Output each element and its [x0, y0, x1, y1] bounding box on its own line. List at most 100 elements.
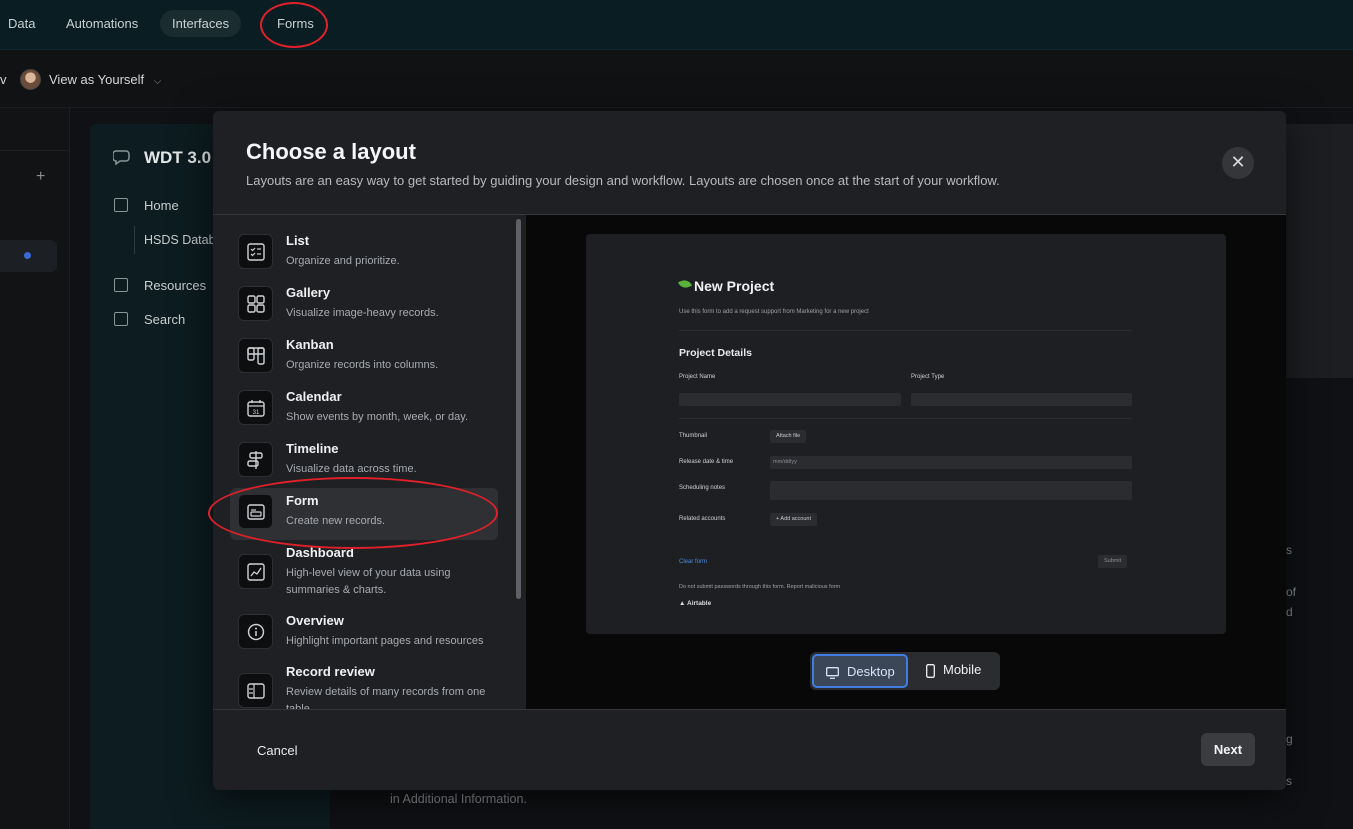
layout-name: Calendar [286, 389, 342, 404]
left-rail [0, 108, 70, 829]
layout-name: List [286, 233, 310, 248]
preview-label: Release date & time [679, 459, 734, 465]
sidebar-item-hsds[interactable]: HSDS Databa [134, 226, 224, 254]
preview-subtitle: Use this form to add a request support f… [679, 309, 869, 315]
preview-area: New Project Use this form to add a reque… [526, 215, 1286, 709]
info-icon [238, 614, 273, 649]
chat-icon [113, 150, 130, 166]
add-icon[interactable]: + [36, 168, 45, 186]
layout-desc: Visualize data across time. [286, 463, 417, 475]
desktop-label: Desktop [847, 664, 895, 679]
layout-item-calendar[interactable]: 31 Calendar Show events by month, week, … [230, 384, 498, 436]
choose-layout-modal: Choose a layout Layouts are an easy way … [213, 111, 1286, 790]
phone-icon [926, 663, 935, 678]
layout-item-record-review[interactable]: Record review Review details of many rec… [230, 659, 498, 709]
sidebar-item-resources[interactable]: Resources [144, 278, 206, 293]
preview-attach-button: Attach file [770, 430, 807, 443]
bg-text-fragment: s [1286, 774, 1292, 788]
divider [679, 418, 1132, 419]
dashboard-icon [238, 554, 273, 589]
preview-section: Project Details [679, 347, 752, 359]
view-as-label: View as Yourself [49, 72, 145, 87]
list-scrollbar[interactable] [516, 219, 521, 599]
desktop-view-button[interactable]: Desktop [812, 654, 908, 688]
preview-label: Related accounts [679, 516, 726, 522]
leaf-icon [677, 278, 693, 290]
timeline-icon [238, 442, 273, 477]
preview-add-account-button: + Add account [770, 513, 818, 526]
preview-title: New Project [694, 278, 775, 294]
device-toggle: Desktop Mobile [810, 652, 1000, 690]
layout-desc: Organize records into columns. [286, 359, 439, 371]
preview-label: Project Type [911, 374, 945, 380]
bg-text-fragment: of [1286, 585, 1297, 599]
bg-text: in Additional Information. [390, 792, 527, 806]
preview-date-field: mm/dd/yy [770, 456, 1132, 469]
layout-desc: Review details of many records from one … [286, 686, 486, 709]
layout-name: Form [286, 493, 319, 508]
list-icon [238, 234, 273, 269]
preview-label: Thumbnail [679, 433, 708, 439]
mobile-view-button[interactable]: Mobile [914, 654, 998, 688]
sub-toolbar [0, 50, 1353, 108]
svg-text:31: 31 [253, 410, 260, 416]
preview-footer: Do not submit passwords through this for… [679, 584, 841, 590]
nav-tab-data[interactable]: Data [0, 10, 47, 37]
preview-label: Project Name [679, 374, 716, 380]
preview-clear-form: Clear form [679, 559, 708, 565]
layout-item-kanban[interactable]: Kanban Organize records into columns. [230, 332, 498, 384]
cancel-button[interactable]: Cancel [257, 743, 297, 758]
layout-item-dashboard[interactable]: Dashboard High-level view of your data u… [230, 540, 498, 600]
close-icon: ✕ [1230, 152, 1246, 172]
background-panel [1286, 124, 1353, 378]
nav-tab-interfaces[interactable]: Interfaces [160, 10, 242, 37]
layout-desc: Organize and prioritize. [286, 255, 400, 267]
book-icon [114, 198, 128, 212]
bg-text-fragment: s [1286, 543, 1292, 557]
modal-subtitle: Layouts are an easy way to get started b… [246, 173, 1000, 188]
nav-tab-automations[interactable]: Automations [54, 10, 150, 37]
status-dot [24, 252, 31, 259]
layout-item-overview[interactable]: Overview Highlight important pages and r… [230, 608, 498, 660]
layout-name: Gallery [286, 285, 331, 300]
subbar-fragment: v [0, 72, 7, 87]
preview-field [679, 393, 901, 406]
avatar[interactable] [20, 69, 41, 90]
layout-name: Timeline [286, 441, 339, 456]
view-as-dropdown[interactable]: View as Yourself ⌵ [49, 72, 161, 87]
preview-brand: Airtable [687, 600, 712, 607]
layout-item-timeline[interactable]: Timeline Visualize data across time. [230, 436, 498, 488]
monitor-icon [114, 312, 128, 326]
next-button[interactable]: Next [1201, 733, 1255, 766]
layout-desc: High-level view of your data using summa… [286, 567, 451, 596]
layout-name: Kanban [286, 337, 334, 352]
preview-field [911, 393, 1132, 406]
bg-text-fragment: g [1286, 732, 1293, 746]
bg-text-fragment: d [1286, 605, 1293, 619]
chevron-down-icon: ⌵ [153, 76, 162, 87]
layout-name: Record review [286, 664, 375, 679]
layout-desc: Visualize image-heavy records. [286, 307, 439, 319]
sidebar-title: WDT 3.0 [144, 148, 212, 167]
nav-tab-forms[interactable]: Forms [265, 10, 326, 37]
close-button[interactable]: ✕ [1222, 147, 1254, 179]
layout-desc: Show events by month, week, or day. [286, 411, 468, 423]
layout-list: List Organize and prioritize. Gallery Vi… [213, 215, 526, 709]
layout-desc: Create new records. [286, 515, 386, 527]
sidebar-item-home[interactable]: Home [144, 198, 179, 213]
mobile-label: Mobile [943, 662, 982, 677]
modal-title: Choose a layout [246, 139, 416, 164]
layout-name: Overview [286, 613, 344, 628]
layout-item-gallery[interactable]: Gallery Visualize image-heavy records. [230, 280, 498, 332]
record-review-icon [238, 673, 273, 708]
top-nav: Data Automations Interfaces Forms [0, 0, 1353, 50]
preview-submit-button: Submit [1098, 555, 1128, 568]
airtable-logo: ▲ Airtable [679, 600, 712, 607]
sidebar-item-search[interactable]: Search [144, 312, 185, 327]
form-icon [238, 494, 273, 529]
layout-name: Dashboard [286, 545, 354, 560]
layout-item-form[interactable]: Form Create new records. [230, 488, 498, 540]
layout-desc: Highlight important pages and resources [286, 635, 484, 647]
preview-label: Scheduling notes [679, 485, 726, 491]
layout-item-list[interactable]: List Organize and prioritize. [230, 228, 498, 280]
